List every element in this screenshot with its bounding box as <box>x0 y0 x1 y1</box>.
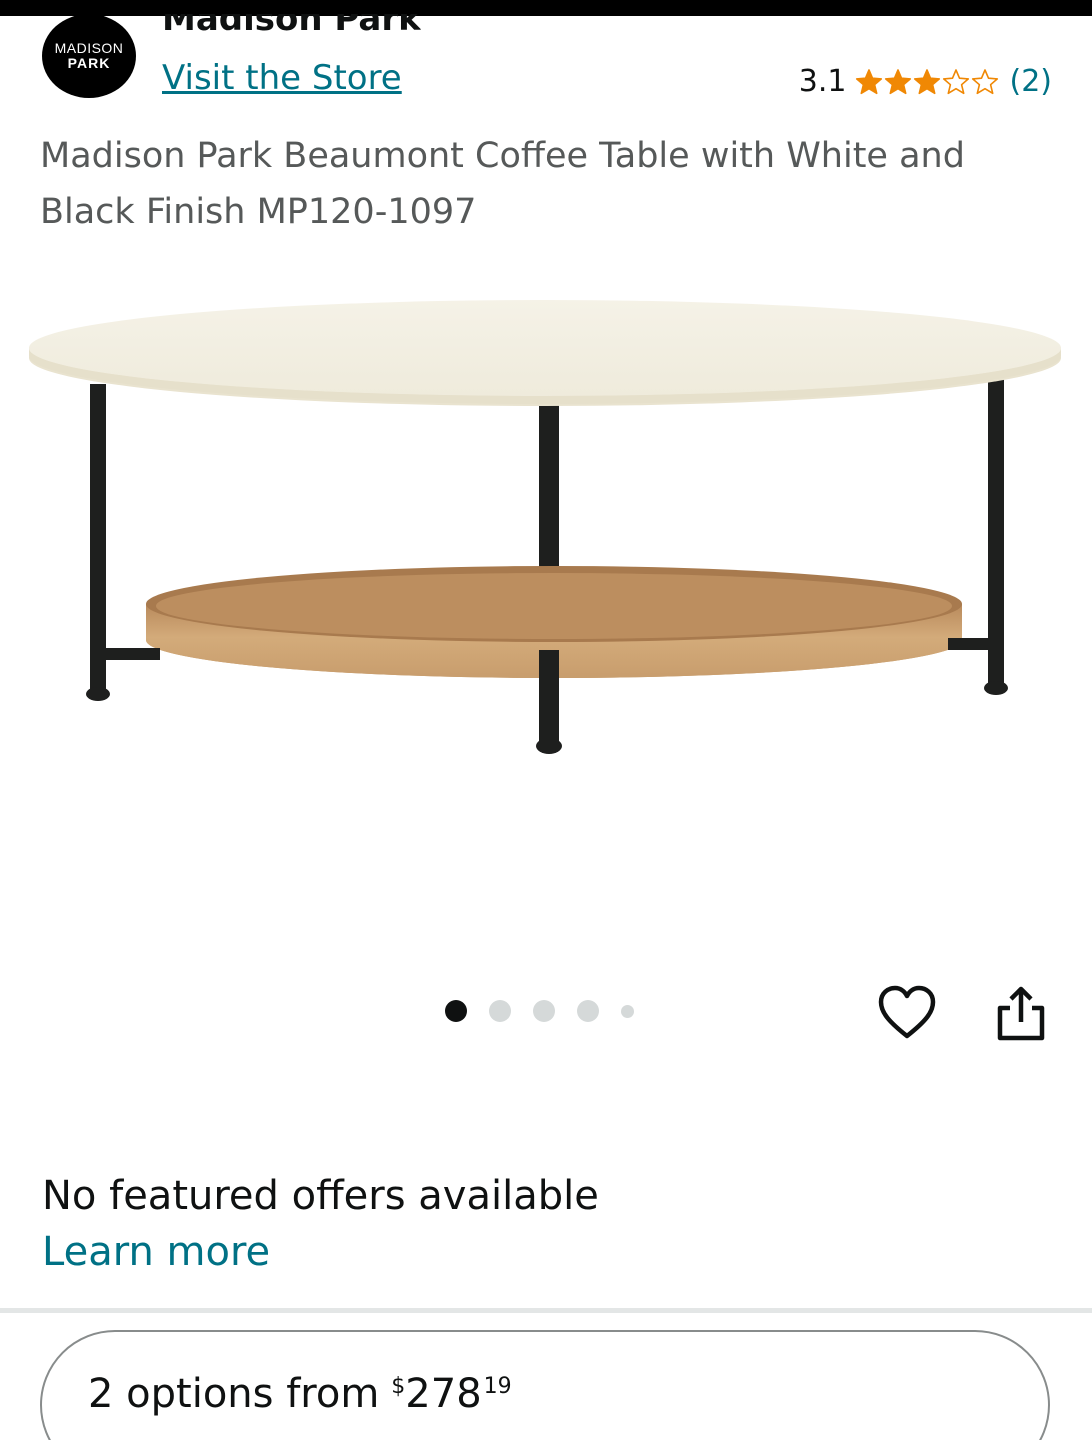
buying-options-text: 2 options from $ 278 19 <box>88 1368 512 1420</box>
share-button[interactable] <box>994 984 1048 1042</box>
price-whole: 278 <box>405 1371 482 1417</box>
price-currency: $ <box>391 1374 406 1399</box>
no-offers-message: No featured offers available <box>42 1173 599 1219</box>
product-title: Madison Park Beaumont Coffee Table with … <box>40 136 965 232</box>
image-carousel-dots[interactable] <box>445 1000 656 1022</box>
wishlist-button[interactable] <box>878 984 936 1042</box>
carousel-dot[interactable] <box>621 1004 634 1018</box>
share-icon <box>997 986 1045 1041</box>
buying-options-button[interactable]: 2 options from $ 278 19 <box>40 1330 1050 1440</box>
star-empty-icon <box>971 69 998 95</box>
section-divider <box>0 1308 1092 1313</box>
logo-text-line1: MADISON <box>54 40 124 56</box>
status-bar <box>0 0 1092 16</box>
product-page: MADISON PARK Madison Park Visit the Stor… <box>0 0 1092 1440</box>
heart-icon <box>878 985 936 1039</box>
rating-value: 3.1 <box>798 64 847 99</box>
logo-text-line2: PARK <box>67 55 111 71</box>
options-prefix: 2 options from <box>88 1371 380 1417</box>
rating-summary[interactable]: 3.1 (2) <box>799 62 1052 102</box>
rating-count[interactable]: (2) <box>1010 62 1053 102</box>
carousel-dot[interactable] <box>489 1000 511 1022</box>
carousel-dot[interactable] <box>577 1000 599 1022</box>
rating-stars <box>855 68 1000 96</box>
carousel-dot[interactable] <box>445 1000 467 1022</box>
visit-store-link[interactable]: Visit the Store <box>162 58 402 98</box>
brand-logo[interactable]: MADISON PARK <box>42 14 136 98</box>
star-filled-icon <box>913 69 940 95</box>
learn-more-link[interactable]: Learn more <box>42 1226 270 1278</box>
star-empty-icon <box>942 69 969 95</box>
carousel-dot[interactable] <box>533 1000 555 1022</box>
price-fraction: 19 <box>483 1374 512 1399</box>
star-filled-icon <box>855 69 882 95</box>
product-image[interactable] <box>0 270 1092 790</box>
star-filled-icon <box>884 69 911 95</box>
